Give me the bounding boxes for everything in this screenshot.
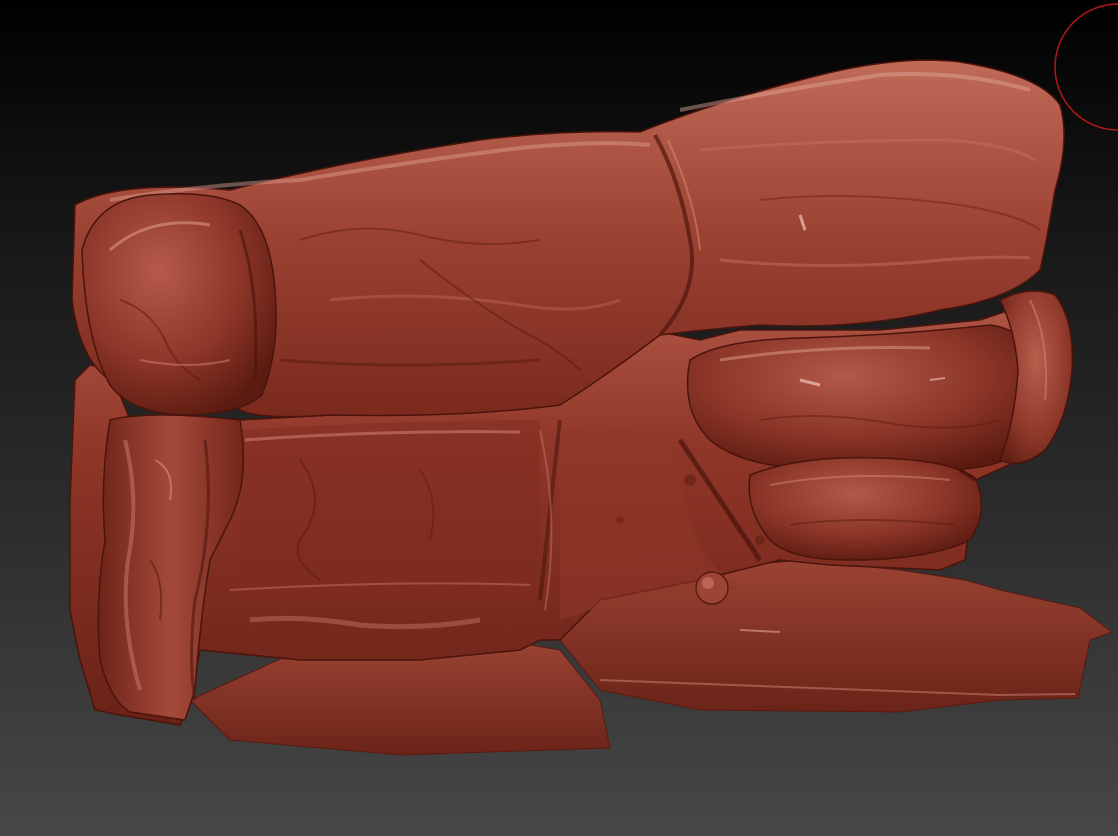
rock-right-boulder [686, 324, 1037, 473]
viewport-canvas[interactable] [0, 0, 1118, 836]
sculpt-viewport[interactable] [0, 0, 1118, 836]
rock-left-boulder [81, 193, 277, 416]
rock-lower-right-boulder [748, 456, 983, 561]
rotation-gizmo-icon[interactable] [1054, 3, 1118, 131]
